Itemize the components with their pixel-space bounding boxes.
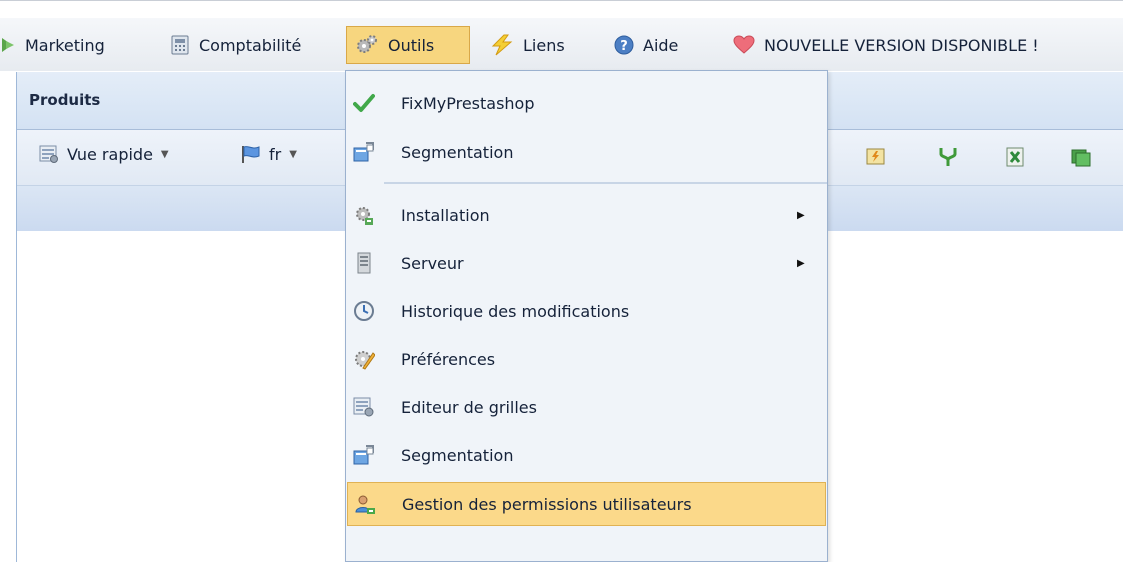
menu-item-segmentation-2[interactable]: Segmentation [347, 433, 826, 477]
menu-item-label: FixMyPrestashop [401, 93, 535, 113]
install-gear-icon [353, 204, 375, 226]
menu-item-historique[interactable]: Historique des modifications [347, 289, 826, 333]
submenu-arrow-icon: ▶ [797, 257, 805, 269]
menu-aide[interactable]: ? Aide [614, 26, 678, 64]
main-menubar: Marketing Comptabilité Outils Liens ? Ai… [0, 18, 1123, 71]
server-icon [353, 252, 375, 274]
flag-icon [239, 144, 261, 164]
menu-item-label: Gestion des permissions utilisateurs [402, 494, 692, 514]
chevron-down-icon: ▼ [289, 148, 297, 160]
menu-nouvelle-version-label: NOUVELLE VERSION DISPONIBLE ! [764, 35, 1039, 55]
menu-item-serveur[interactable]: Serveur ▶ [347, 241, 826, 285]
help-icon: ? [614, 35, 634, 55]
merge-icon[interactable] [937, 146, 959, 168]
menu-item-label: Installation [401, 205, 490, 225]
menu-item-label: Serveur [401, 253, 464, 273]
menu-item-installation[interactable]: Installation ▶ [347, 193, 826, 237]
segmentation-icon [353, 141, 375, 163]
menu-item-segmentation[interactable]: Segmentation [347, 130, 826, 174]
menu-separator [384, 182, 827, 184]
menu-comptabilite-label: Comptabilité [199, 35, 302, 55]
menu-outils-label: Outils [388, 35, 435, 55]
view-selector[interactable]: Vue rapide ▼ [39, 144, 169, 164]
menu-aide-label: Aide [643, 35, 679, 55]
heart-icon [733, 35, 755, 55]
menu-item-gestion-permissions[interactable]: Gestion des permissions utilisateurs [347, 482, 826, 526]
outils-dropdown-menu: FixMyPrestashop Segmentation Installatio… [345, 70, 828, 562]
chevron-down-icon: ▼ [160, 148, 169, 160]
panel-title: Produits [29, 91, 101, 109]
menu-item-label: Segmentation [401, 142, 514, 162]
export-icon[interactable] [865, 146, 887, 168]
menu-marketing[interactable]: Marketing [0, 26, 105, 64]
menu-item-fixmyprestashop[interactable]: FixMyPrestashop [347, 81, 826, 125]
gears-icon [355, 33, 379, 57]
preferences-icon [353, 348, 376, 370]
user-permissions-icon [354, 494, 376, 516]
calculator-icon [170, 35, 190, 55]
segmentation-icon [353, 444, 375, 466]
menu-liens[interactable]: Liens [490, 26, 565, 64]
clock-icon [353, 300, 375, 322]
language-selector[interactable]: fr ▼ [239, 144, 297, 164]
menu-item-preferences[interactable]: Préférences [347, 337, 826, 381]
menu-comptabilite[interactable]: Comptabilité [170, 26, 301, 64]
svg-text:?: ? [620, 39, 628, 54]
submenu-arrow-icon: ▶ [797, 209, 805, 221]
language-selector-label: fr [269, 144, 282, 164]
menu-item-label: Historique des modifications [401, 301, 630, 321]
grid-view-icon [39, 144, 59, 164]
checkmark-icon [353, 92, 375, 114]
top-border [0, 0, 1123, 1]
grid-editor-icon [353, 396, 375, 418]
menu-item-editeur-grilles[interactable]: Editeur de grilles [347, 385, 826, 429]
menu-outils[interactable]: Outils [346, 26, 470, 64]
marketing-icon [0, 36, 16, 54]
menu-marketing-label: Marketing [25, 35, 105, 55]
menu-item-label: Editeur de grilles [401, 397, 537, 417]
view-selector-label: Vue rapide [67, 144, 153, 164]
excel-icon[interactable] [1004, 146, 1026, 168]
stack-icon[interactable] [1070, 146, 1092, 168]
menu-nouvelle-version[interactable]: NOUVELLE VERSION DISPONIBLE ! [733, 26, 1039, 64]
menu-item-label: Préférences [401, 349, 496, 369]
lightning-icon [490, 34, 514, 56]
menu-item-label: Segmentation [401, 445, 514, 465]
menu-liens-label: Liens [523, 35, 565, 55]
